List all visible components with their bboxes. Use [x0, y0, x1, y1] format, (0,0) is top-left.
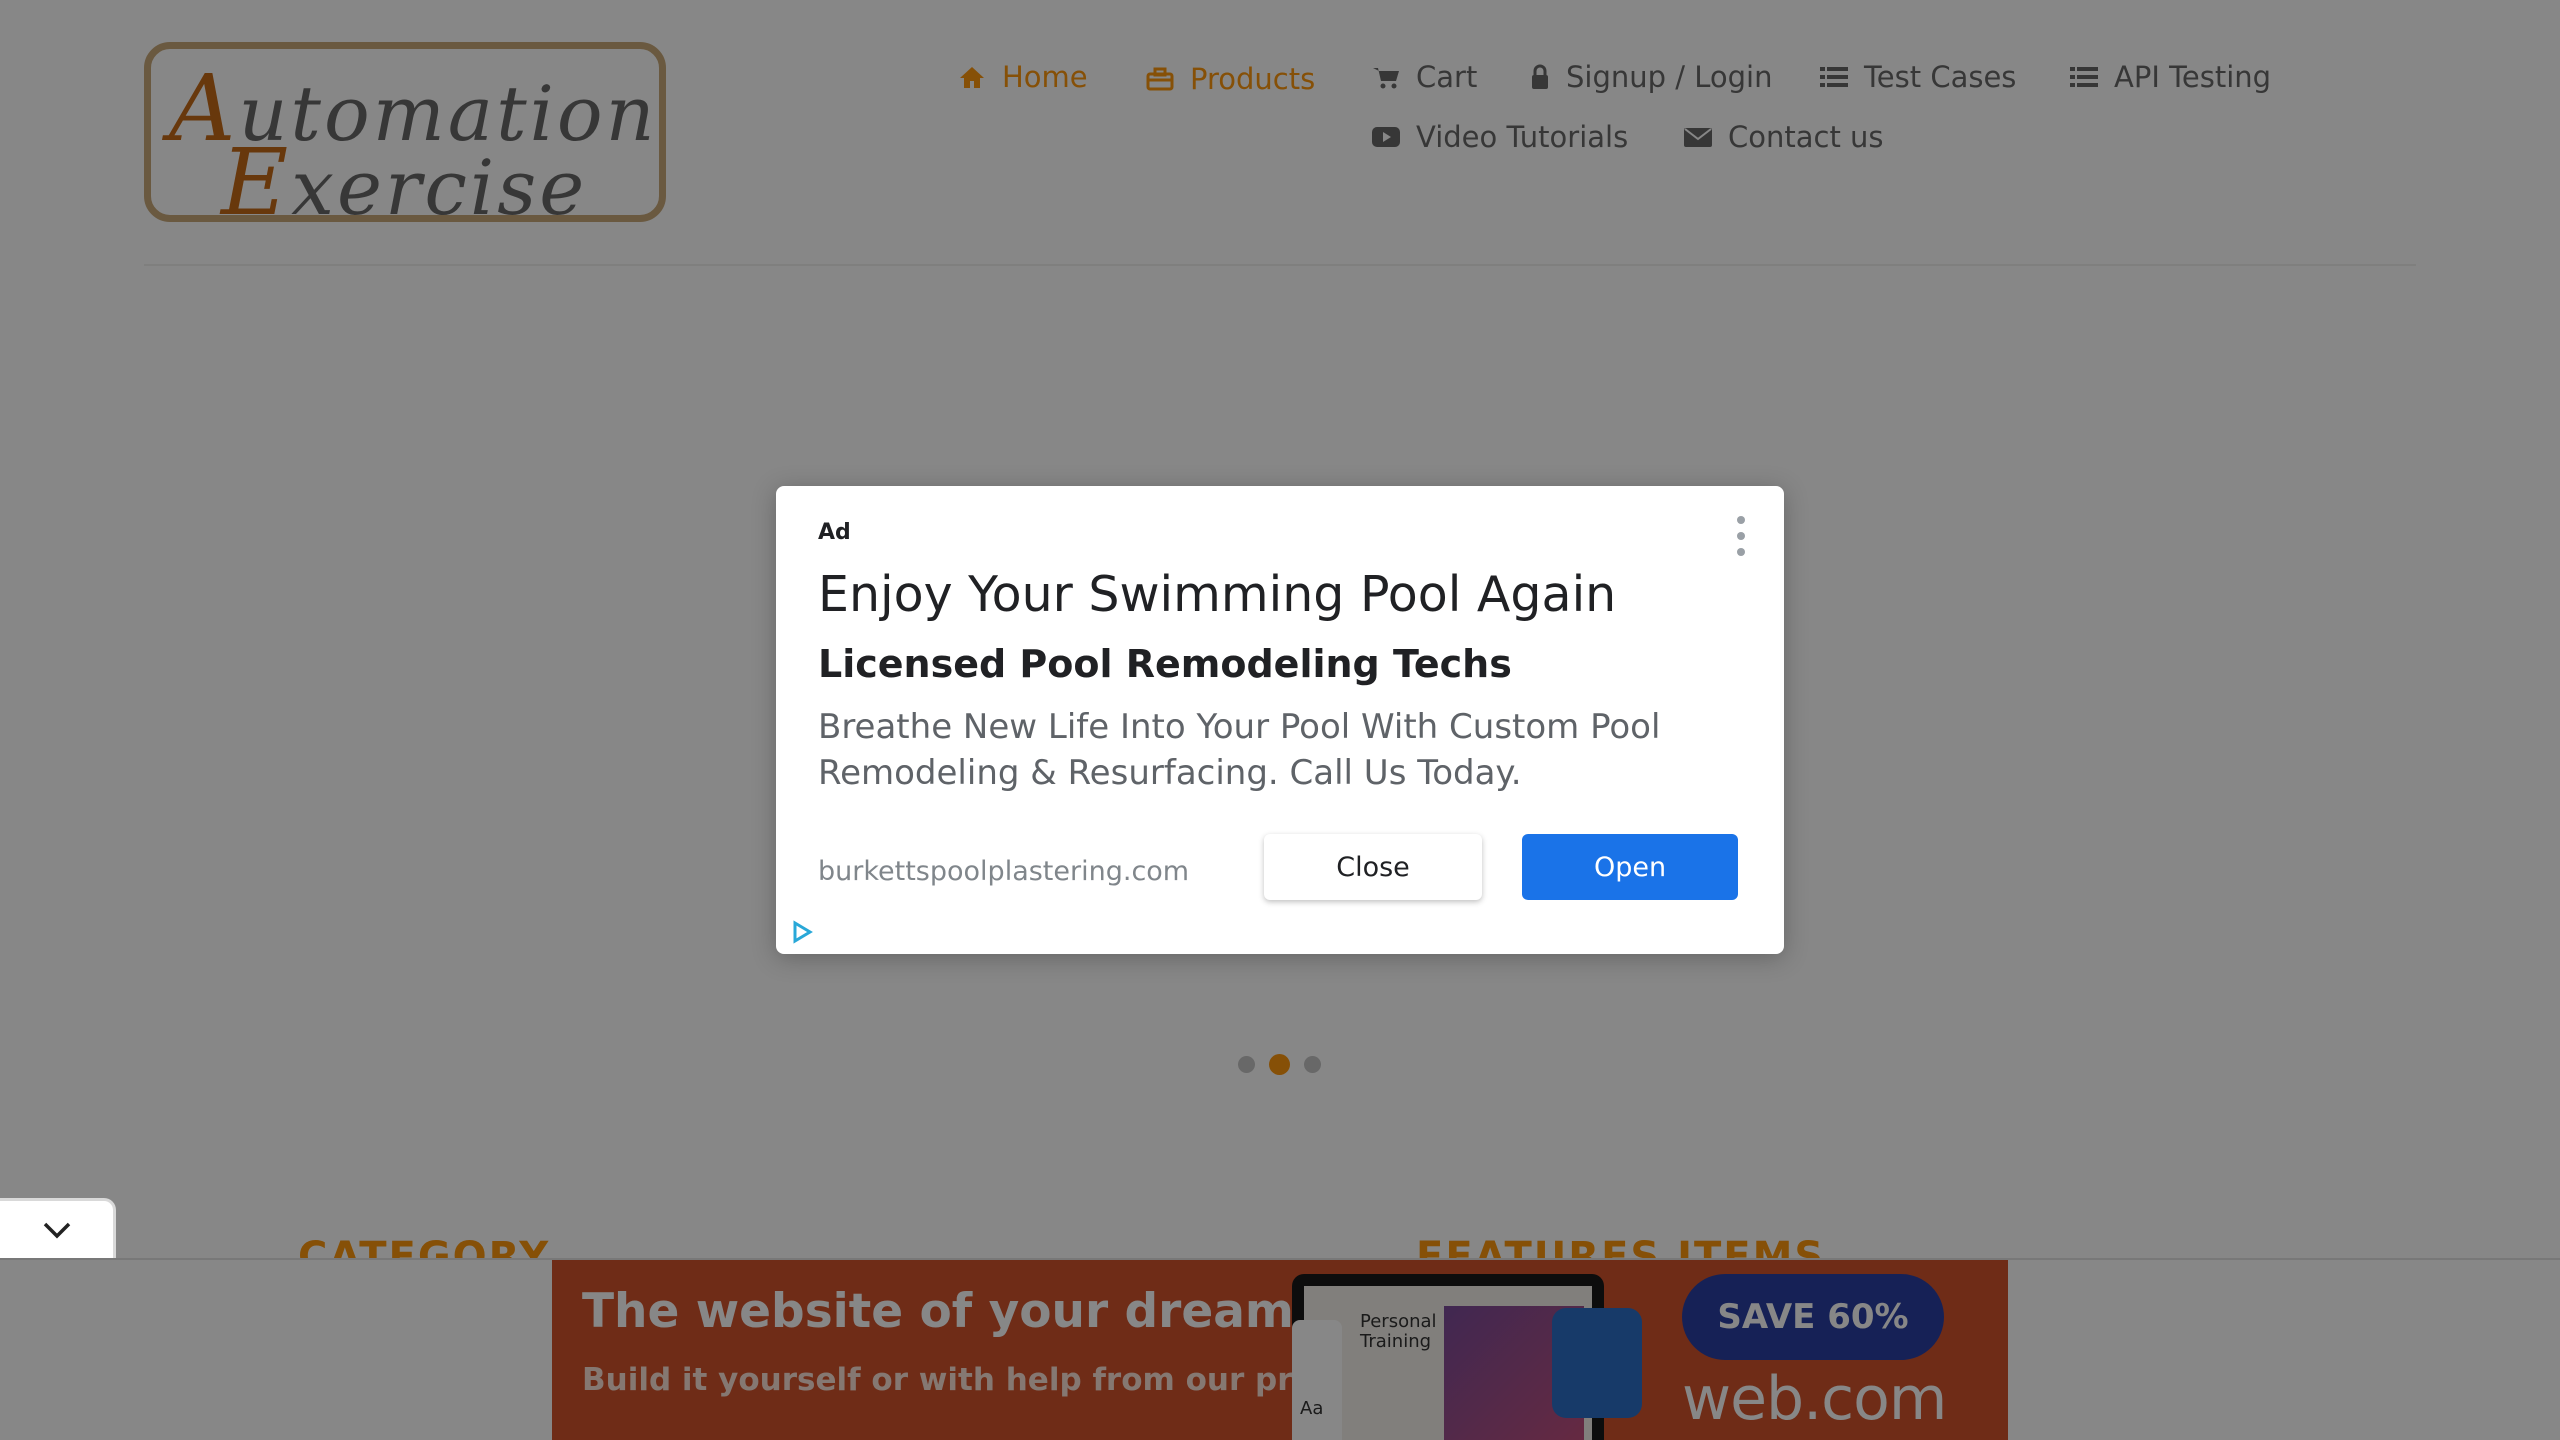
anchor-ad-collapse-button[interactable] [0, 1198, 116, 1258]
adchoices-icon[interactable] [790, 920, 814, 944]
ad-close-button[interactable]: Close [1264, 834, 1482, 900]
ad-dialog: Ad Enjoy Your Swimming Pool Again Licens… [776, 486, 1784, 954]
ad-domain[interactable]: burkettspoolplastering.com [818, 856, 1189, 887]
modal-backdrop-bottom [0, 1258, 2560, 1440]
ad-description: Breathe New Life Into Your Pool With Cus… [818, 707, 1661, 793]
ad-label: Ad [818, 520, 851, 545]
ad-subheadline[interactable]: Licensed Pool Remodeling Techs [818, 642, 1512, 686]
chevron-down-icon [43, 1222, 70, 1238]
more-options-icon[interactable] [1734, 516, 1748, 556]
ad-open-button[interactable]: Open [1522, 834, 1738, 900]
ad-headline[interactable]: Enjoy Your Swimming Pool Again [818, 566, 1616, 623]
